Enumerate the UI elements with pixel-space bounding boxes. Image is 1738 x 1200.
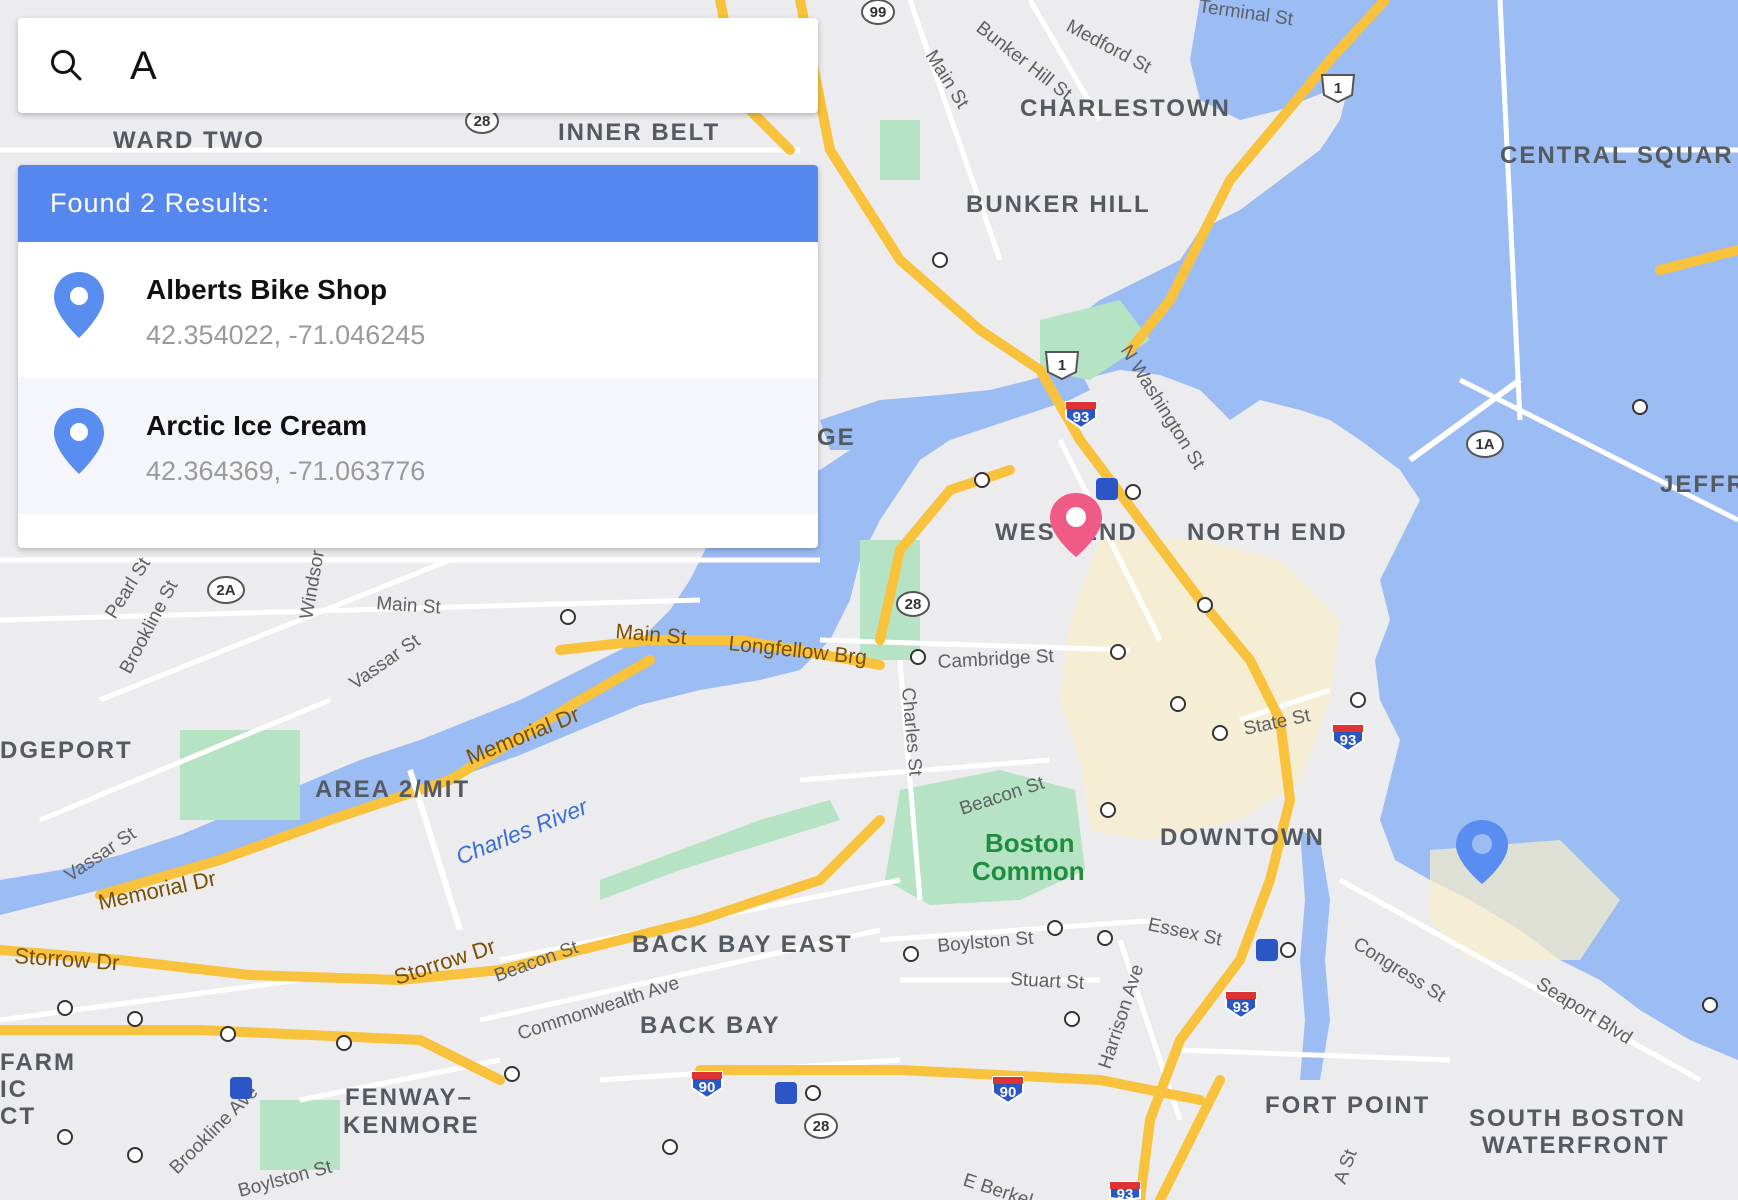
boston-common-label: Boston Common [972,828,1085,886]
mit-field [180,730,300,820]
svg-text:SOUTH BOSTON: SOUTH BOSTON [1469,1105,1686,1132]
search-results-panel: Found 2 Results: Alberts Bike Shop 42.35… [18,165,818,548]
svg-text:CT: CT [0,1103,36,1130]
svg-text:JEFFR: JEFFR [1660,471,1738,498]
svg-text:99: 99 [870,4,887,21]
svg-text:BACK BAY EAST: BACK BAY EAST [632,931,853,958]
svg-text:Common: Common [972,856,1085,886]
svg-text:93: 93 [1340,732,1357,749]
svg-text:NORTH END: NORTH END [1187,519,1348,546]
result-coordinates: 42.364369, -71.063776 [146,456,426,486]
location-pin-icon [54,272,104,338]
svg-text:AREA 2/MIT: AREA 2/MIT [315,776,470,803]
result-item-arctic-ice-cream[interactable]: Arctic Ice Cream 42.364369, -71.063776 [18,378,818,514]
result-coordinates: 42.354022, -71.046245 [146,320,426,350]
svg-text:BACK BAY: BACK BAY [640,1012,780,1039]
svg-text:CENTRAL SQUAR: CENTRAL SQUAR [1500,142,1734,169]
route-1a-shield: 1A [1466,430,1504,458]
svg-text:1: 1 [1058,357,1066,374]
result-name: Arctic Ice Cream [146,410,368,441]
svg-text:90: 90 [1000,1084,1017,1101]
route-2a-shield: 2A [207,576,245,604]
svg-text:GE: GE [817,424,856,451]
svg-text:CHARLESTOWN: CHARLESTOWN [1020,95,1231,122]
svg-text:Boston: Boston [985,828,1075,858]
svg-text:93: 93 [1073,409,1090,426]
svg-text:KENMORE: KENMORE [343,1112,480,1139]
svg-text:28: 28 [813,1118,830,1135]
svg-text:INNER BELT: INNER BELT [558,119,720,146]
svg-text:DGEPORT: DGEPORT [0,737,133,764]
svg-text:28: 28 [905,596,922,613]
svg-text:1A: 1A [1475,436,1494,453]
route-99-shield: 99 [861,0,895,25]
search-bar [18,18,818,113]
svg-text:DOWNTOWN: DOWNTOWN [1160,824,1325,851]
location-pin-icon [54,408,104,474]
result-name: Alberts Bike Shop [146,274,388,305]
svg-text:BUNKER HILL: BUNKER HILL [966,191,1151,218]
result-item-alberts-bike-shop[interactable]: Alberts Bike Shop 42.354022, -71.046245 [18,242,818,378]
svg-text:28: 28 [474,113,491,130]
svg-text:93: 93 [1117,1186,1134,1200]
charlestown-park [880,120,920,180]
svg-text:Stuart St: Stuart St [1010,969,1086,994]
i93-shield-4: 93 [1109,1181,1141,1200]
svg-text:IC: IC [0,1076,28,1103]
svg-text:WATERFRONT: WATERFRONT [1482,1132,1670,1159]
svg-text:FENWAY–: FENWAY– [345,1084,473,1111]
results-count-header: Found 2 Results: [18,165,818,242]
svg-text:93: 93 [1233,999,1250,1016]
search-icon[interactable] [48,47,84,83]
svg-text:2A: 2A [216,582,235,599]
svg-text:FORT POINT: FORT POINT [1265,1092,1430,1119]
svg-text:90: 90 [699,1079,716,1096]
route-28-shield-3: 28 [804,1113,838,1139]
svg-text:WARD TWO: WARD TWO [113,127,265,154]
route-28-shield-2: 28 [896,591,930,617]
svg-text:FARM: FARM [0,1049,76,1076]
svg-text:1: 1 [1334,80,1342,97]
search-input[interactable] [130,40,790,92]
